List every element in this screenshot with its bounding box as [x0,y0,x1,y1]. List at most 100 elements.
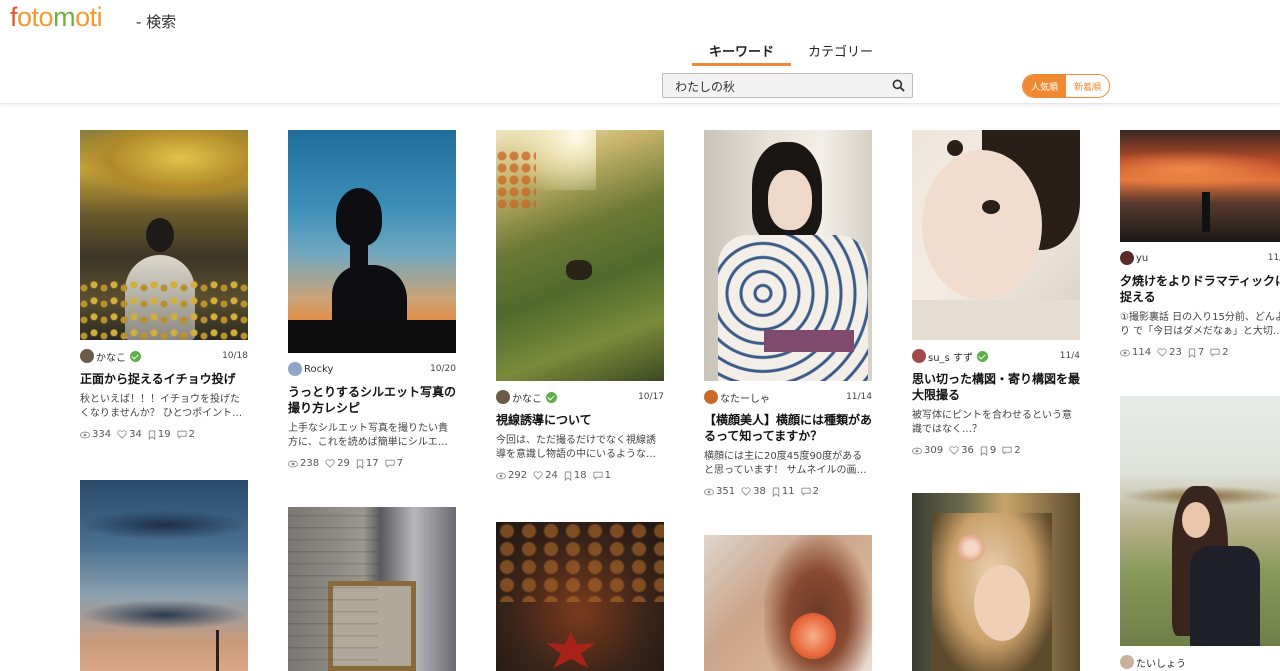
comment-icon[interactable] [800,487,811,496]
search-input-value: わたしの秋 [675,80,736,94]
eye-icon [1120,349,1130,356]
tab-keyword[interactable]: キーワード [692,36,792,66]
comments-count: 2 [1014,445,1021,456]
sort-toggle: 人気順 新着順 [1022,74,1110,98]
article-card[interactable] [288,507,456,671]
article-card[interactable] [912,493,1080,671]
card-meta: かなこ 10/17 [496,389,664,405]
comment-icon[interactable] [384,459,395,468]
article-thumbnail[interactable] [496,130,664,381]
search-icon[interactable] [892,79,905,92]
avatar[interactable] [704,390,718,404]
heart-icon[interactable] [533,471,543,480]
article-thumbnail[interactable] [496,522,664,671]
likes-count: 36 [961,445,974,456]
article-card[interactable] [496,522,664,671]
author-name[interactable]: su_s すず [928,349,973,364]
views-count: 334 [92,429,112,440]
article-card[interactable] [80,480,248,671]
article-card[interactable]: Rocky 10/20 うっとりするシルエット写真の撮り方レシピ 上手なシルエッ… [288,130,456,469]
article-title[interactable]: 【横顔美人】横顔には種類があるって知ってますか？ [704,412,872,444]
bookmark-icon[interactable] [980,445,988,456]
avatar[interactable] [1120,251,1134,265]
article-title[interactable]: 視線誘導について [496,412,664,428]
views-count: 114 [1132,347,1152,358]
saves-count: 18 [573,470,587,481]
article-thumbnail[interactable] [288,130,456,353]
avatar[interactable] [80,349,94,363]
article-card[interactable]: なたーしゃ 11/14 【横顔美人】横顔には種類があるって知ってますか？ 横顔に… [704,130,872,497]
article-thumbnail[interactable] [80,480,248,671]
views-count: 351 [716,486,736,497]
search-input[interactable]: わたしの秋 [662,73,913,98]
bookmark-icon[interactable] [772,486,780,497]
comments-count: 1 [604,470,611,481]
article-stats: 309 36 9 2 [912,445,1080,456]
author-name[interactable]: Rocky [304,364,333,375]
bookmark-icon[interactable] [1188,347,1196,358]
author-name[interactable]: たいしょう [1136,655,1186,670]
post-date: 10/20 [430,364,456,374]
verified-icon [546,391,557,403]
article-title[interactable]: うっとりするシルエット写真の撮り方レシピ [288,384,456,416]
sort-newest-button[interactable]: 新着順 [1066,75,1109,97]
article-thumbnail[interactable] [704,535,872,671]
heart-icon[interactable] [325,459,335,468]
article-excerpt: 秋といえば！！！イチョウを投げたくなりませんか？ ひとつポイント… [80,394,243,419]
bookmark-icon[interactable] [356,458,364,469]
post-date: 11/14 [846,392,872,402]
header: fotomoti - 検索 キーワード カテゴリー わたしの秋 人気順 新着順 [0,0,1280,104]
article-card[interactable]: たいしょう [1120,396,1280,670]
avatar[interactable] [496,390,510,404]
article-card[interactable]: yu 11/1 夕焼けをよりドラマティックに捉える ①撮影裏話 日の入り15分前… [1120,130,1280,358]
article-title[interactable]: 思い切った構図・寄り構図を最大限撮る [912,371,1080,403]
heart-icon[interactable] [741,487,751,496]
avatar[interactable] [288,362,302,376]
comment-icon[interactable] [176,430,187,439]
article-excerpt: 今回は、ただ撮るだけでなく視線誘導を意識し物語の中にいるような… [496,435,656,460]
sort-popular-button[interactable]: 人気順 [1023,75,1066,97]
author-name[interactable]: なたーしゃ [720,390,770,405]
article-card[interactable]: su_s すず 11/4 思い切った構図・寄り構図を最大限撮る 被写体にピントを… [912,130,1080,456]
likes-count: 24 [545,470,558,481]
article-thumbnail[interactable] [704,130,872,381]
heart-icon[interactable] [1157,348,1167,357]
eye-icon [704,488,714,495]
article-thumbnail[interactable] [1120,396,1280,646]
article-thumbnail[interactable] [912,493,1080,671]
search-tabs: キーワード カテゴリー [692,36,890,66]
comment-icon[interactable] [1002,446,1012,455]
article-stats: 114 23 7 2 [1120,347,1280,358]
comment-icon[interactable] [592,471,603,480]
article-thumbnail[interactable] [1120,130,1280,242]
avatar[interactable] [912,349,926,363]
article-card[interactable]: かなこ 10/17 視線誘導について 今回は、ただ撮るだけでなく視線誘導を意識し… [496,130,664,481]
fotomoti-logo[interactable]: fotomoti [10,2,103,33]
article-thumbnail[interactable] [288,507,456,671]
likes-count: 34 [129,429,142,440]
eye-icon [80,431,90,438]
logo-letter-m: m [53,2,76,32]
article-excerpt: 横顔には主に20度45度90度があると思っています！ サムネイルの画… [704,451,867,476]
views-count: 238 [300,458,320,469]
author-name[interactable]: かなこ [512,390,542,405]
article-card[interactable] [704,535,872,671]
heart-icon[interactable] [949,446,959,455]
author-name[interactable]: yu [1136,253,1148,264]
tab-category[interactable]: カテゴリー [791,36,890,66]
article-card[interactable]: かなこ 10/18 正面から捉えるイチョウ投げ 秋といえば！！！イチョウを投げた… [80,130,248,440]
article-thumbnail[interactable] [912,130,1080,340]
article-title[interactable]: 夕焼けをよりドラマティックに捉える [1120,273,1280,305]
avatar[interactable] [1120,655,1134,669]
bookmark-icon[interactable] [564,470,572,481]
bookmark-icon[interactable] [148,429,156,440]
article-title[interactable]: 正面から捉えるイチョウ投げ [80,371,248,387]
article-excerpt: ①撮影裏話 日の入り15分前、どんより で「今日はダメだなぁ」と大切… [1120,312,1280,337]
card-meta: Rocky 10/20 [288,361,456,377]
logo-letters-oti: oti [75,2,103,32]
card-meta: たいしょう [1120,654,1280,670]
article-thumbnail[interactable] [80,130,248,340]
comment-icon[interactable] [1210,348,1220,357]
heart-icon[interactable] [117,430,127,439]
author-name[interactable]: かなこ [96,349,126,364]
